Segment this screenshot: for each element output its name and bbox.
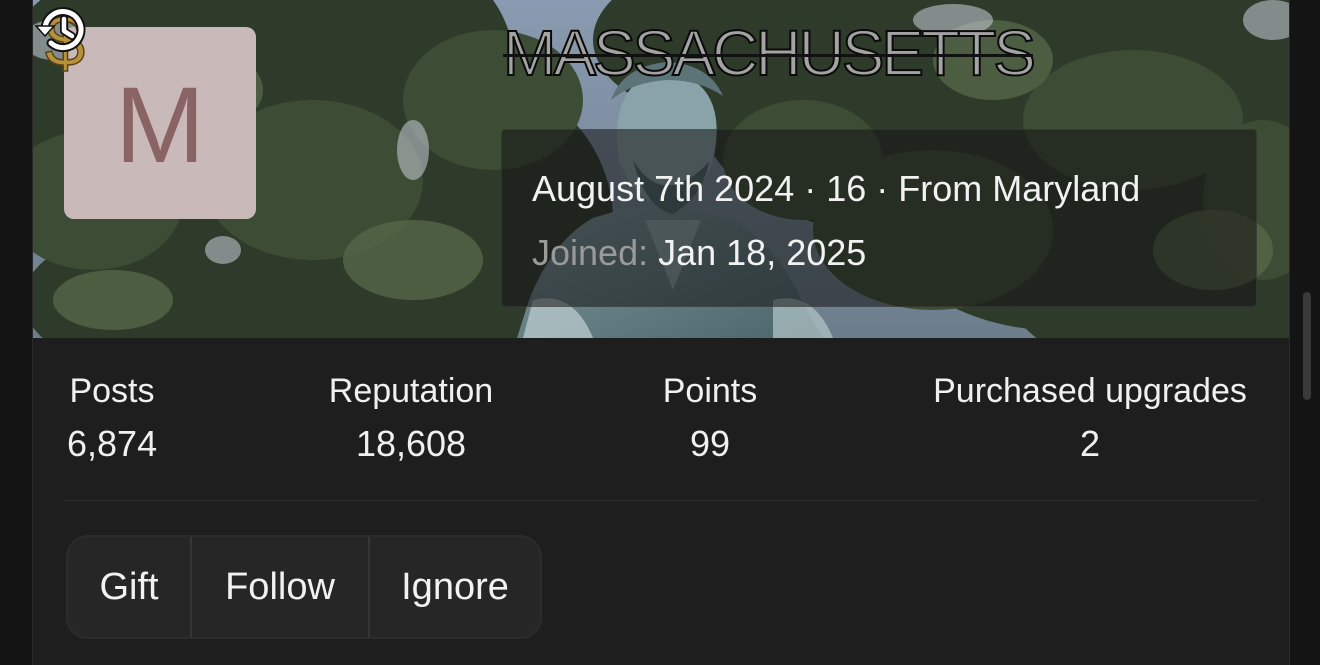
- stat-value: 18,608: [355, 423, 467, 464]
- stat-value: 2: [1079, 423, 1101, 464]
- stat-label: Reputation: [328, 372, 494, 410]
- avatar-letter: M: [115, 64, 205, 185]
- stat-value: 99: [689, 423, 731, 464]
- profile-card: M MASSACHUSETTS $ August 7th 2024 · 16 ·…: [32, 0, 1290, 665]
- joined-line: Joined: Jan 18, 2025: [532, 232, 866, 274]
- username[interactable]: MASSACHUSETTS: [502, 17, 1037, 90]
- profile-stats: Posts 6,874 Reputation 18,608 Points 99 …: [33, 338, 1289, 498]
- profile-info-box: August 7th 2024 · 16 · From Maryland Joi…: [501, 129, 1257, 307]
- profile-actions: Gift Follow Ignore: [66, 535, 542, 639]
- profile-banner: M MASSACHUSETTS $ August 7th 2024 · 16 ·…: [33, 0, 1289, 338]
- stat-posts[interactable]: Posts 6,874: [67, 374, 157, 462]
- stat-label: Purchased upgrades: [933, 372, 1247, 410]
- joined-date: Jan 18, 2025: [658, 232, 867, 273]
- page: M MASSACHUSETTS $ August 7th 2024 · 16 ·…: [0, 0, 1320, 665]
- scrollbar[interactable]: [1303, 292, 1311, 400]
- joined-label: Joined:: [532, 232, 649, 273]
- stat-value: 6,874: [67, 423, 158, 464]
- profile-info-line: August 7th 2024 · 16 · From Maryland: [532, 168, 1141, 209]
- divider: [64, 500, 1258, 501]
- stat-label: Points: [662, 372, 758, 410]
- stat-label: Posts: [69, 372, 155, 410]
- stat-points[interactable]: Points 99: [635, 374, 785, 462]
- history-icon[interactable]: [33, 0, 93, 60]
- ignore-button[interactable]: Ignore: [368, 537, 540, 637]
- stat-reputation[interactable]: Reputation 18,608: [301, 374, 521, 462]
- stat-purchased-upgrades[interactable]: Purchased upgrades 2: [913, 374, 1267, 462]
- gift-button[interactable]: Gift: [68, 537, 190, 637]
- follow-button[interactable]: Follow: [190, 537, 368, 637]
